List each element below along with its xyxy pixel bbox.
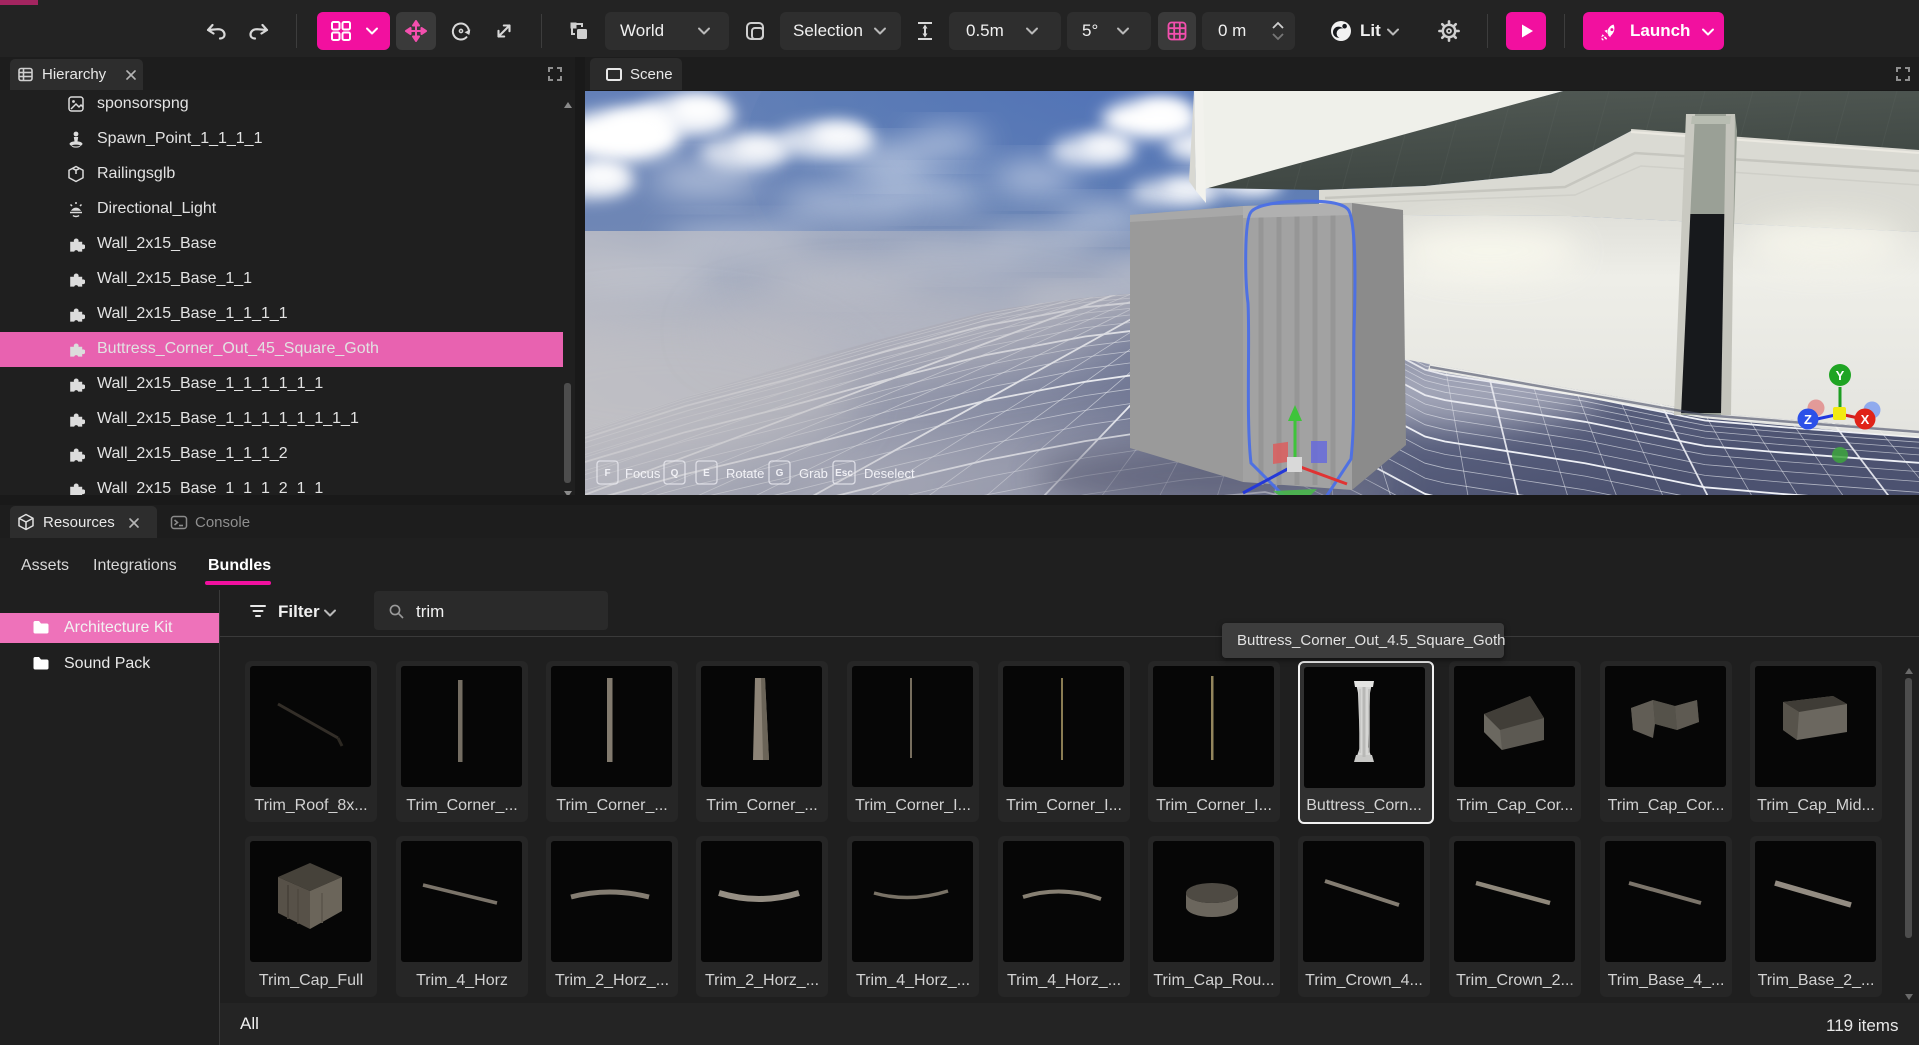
svg-text:X: X bbox=[1861, 412, 1870, 427]
svg-text:G: G bbox=[776, 468, 784, 479]
svg-text:Grab: Grab bbox=[799, 466, 828, 481]
svg-text:E: E bbox=[703, 468, 710, 479]
svg-text:Deselect: Deselect bbox=[864, 466, 915, 481]
svg-text:Esc: Esc bbox=[835, 468, 853, 479]
svg-text:Rotate: Rotate bbox=[726, 466, 764, 481]
svg-text:F: F bbox=[604, 468, 610, 479]
svg-text:Focus: Focus bbox=[625, 466, 661, 481]
svg-text:Z: Z bbox=[1804, 412, 1812, 427]
svg-text:Q: Q bbox=[671, 468, 679, 479]
svg-text:Y: Y bbox=[1836, 368, 1845, 383]
